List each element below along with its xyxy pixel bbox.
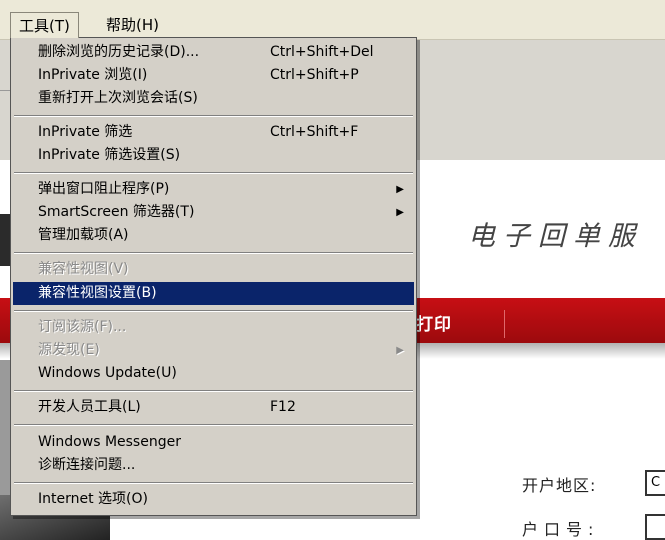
menu-item-label: SmartScreen 筛选器(T)	[38, 204, 195, 220]
menu-item-shortcut: Ctrl+Shift+Del	[270, 44, 374, 60]
menu-item-diagnose-connection[interactable]: 诊断连接问题...	[13, 454, 414, 477]
menu-tools[interactable]: 工具(T)	[10, 12, 79, 38]
menu-item-developer-tools[interactable]: 开发人员工具(L) F12	[13, 396, 414, 419]
tools-menu-dropdown: 删除浏览的历史记录(D)... Ctrl+Shift+Del InPrivate…	[10, 37, 417, 516]
nav-separator	[504, 310, 505, 338]
region-label: 开户地区:	[522, 476, 597, 495]
menu-item-popup-blocker[interactable]: 弹出窗口阻止程序(P) ▶	[13, 178, 414, 201]
menu-item-label: 兼容性视图设置(B)	[38, 285, 157, 301]
menu-item-reopen-session[interactable]: 重新打开上次浏览会话(S)	[13, 87, 414, 110]
account-label: 户口号:	[522, 520, 600, 539]
menu-separator	[14, 310, 413, 312]
menu-separator	[14, 424, 413, 426]
menu-item-label: InPrivate 浏览(I)	[38, 67, 148, 83]
menu-item-compatibility-view: 兼容性视图(V)	[13, 258, 414, 281]
menu-separator	[14, 172, 413, 174]
menu-item-label: 重新打开上次浏览会话(S)	[38, 90, 198, 106]
account-input[interactable]	[645, 514, 665, 540]
menu-item-windows-update[interactable]: Windows Update(U)	[13, 362, 414, 385]
nav-print-tab[interactable]: 打印	[416, 310, 452, 335]
site-title: 电子回单服	[468, 221, 643, 252]
menu-item-label: 管理加载项(A)	[38, 227, 129, 243]
menu-item-label: Windows Update(U)	[38, 365, 177, 381]
menu-item-subscribe-feed: 订阅该源(F)...	[13, 316, 414, 339]
menu-item-inprivate-filter-settings[interactable]: InPrivate 筛选设置(S)	[13, 144, 414, 167]
menu-item-delete-history[interactable]: 删除浏览的历史记录(D)... Ctrl+Shift+Del	[13, 41, 414, 64]
menu-item-feed-discovery: 源发现(E) ▶	[13, 339, 414, 362]
arrow-right-icon: ▶	[396, 184, 404, 195]
menu-item-label: 弹出窗口阻止程序(P)	[38, 181, 170, 197]
menu-item-manage-addons[interactable]: 管理加载项(A)	[13, 224, 414, 247]
menu-separator	[14, 482, 413, 484]
menu-help[interactable]: 帮助(H)	[98, 12, 167, 38]
menu-item-inprivate-filtering[interactable]: InPrivate 筛选 Ctrl+Shift+F	[13, 121, 414, 144]
menu-item-smartscreen-filter[interactable]: SmartScreen 筛选器(T) ▶	[13, 201, 414, 224]
menu-separator	[14, 115, 413, 117]
menu-item-label: Windows Messenger	[38, 434, 181, 450]
menu-item-label: Internet 选项(O)	[38, 491, 148, 507]
menu-item-label: InPrivate 筛选设置(S)	[38, 147, 181, 163]
menu-item-shortcut: Ctrl+Shift+P	[270, 67, 359, 83]
menu-item-label: 源发现(E)	[38, 342, 100, 358]
page-fragment	[0, 360, 10, 495]
menu-item-label: 订阅该源(F)...	[38, 319, 127, 335]
menu-bar: 工具(T) 帮助(H)	[0, 0, 665, 40]
menu-item-internet-options[interactable]: Internet 选项(O)	[13, 488, 414, 511]
arrow-right-icon: ▶	[396, 207, 404, 218]
menu-separator	[14, 390, 413, 392]
page-fragment	[0, 90, 10, 110]
menu-separator	[14, 252, 413, 254]
menu-item-shortcut: F12	[270, 399, 296, 415]
menu-item-label: 兼容性视图(V)	[38, 261, 129, 277]
menu-item-label: 开发人员工具(L)	[38, 399, 141, 415]
menu-item-label: InPrivate 筛选	[38, 124, 133, 140]
region-input-value: C	[651, 475, 661, 490]
site-logo-fragment	[0, 214, 10, 266]
arrow-right-icon: ▶	[396, 345, 404, 356]
menu-item-shortcut: Ctrl+Shift+F	[270, 124, 359, 140]
menu-item-windows-messenger[interactable]: Windows Messenger	[13, 431, 414, 454]
region-input[interactable]: C	[645, 470, 665, 496]
menu-item-compatibility-view-settings[interactable]: 兼容性视图设置(B)	[13, 282, 414, 305]
menu-item-label: 诊断连接问题...	[38, 457, 136, 473]
menu-item-label: 删除浏览的历史记录(D)...	[38, 44, 200, 60]
menu-item-inprivate-browsing[interactable]: InPrivate 浏览(I) Ctrl+Shift+P	[13, 64, 414, 87]
